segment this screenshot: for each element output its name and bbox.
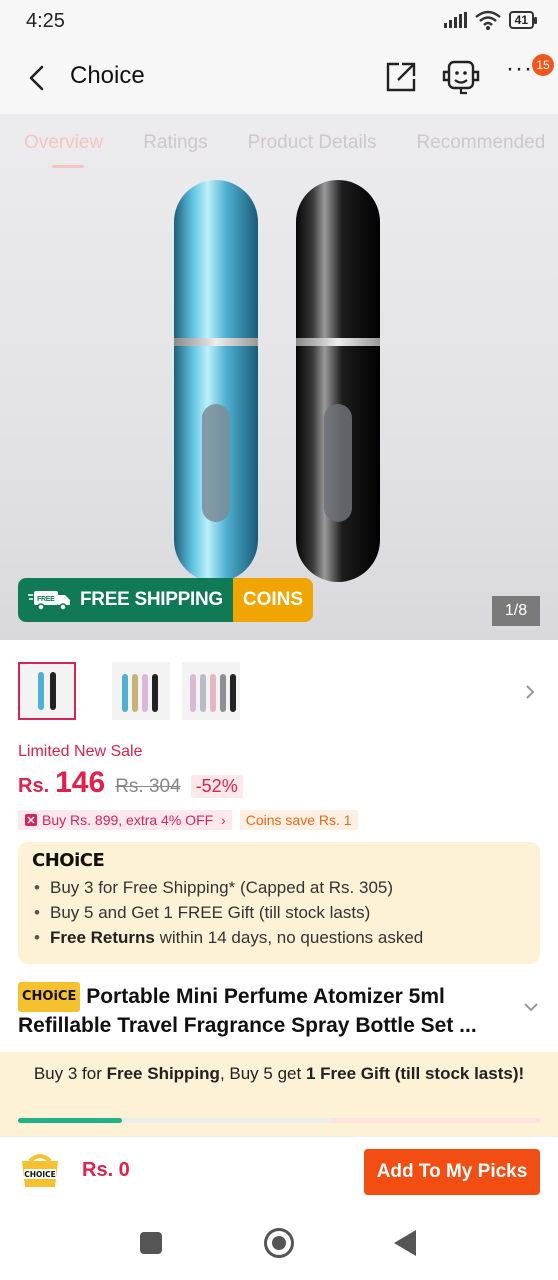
thumbnail-1[interactable]	[18, 662, 76, 720]
extra-off-promo[interactable]: Buy Rs. 899, extra 4% OFF ›	[18, 810, 232, 830]
bottom-action-bar: CHOICE Rs. 0 Add To My Picks	[0, 1136, 558, 1208]
page-title: Choice	[70, 62, 145, 89]
status-icons: 41	[443, 10, 538, 30]
back-arrow-icon[interactable]	[24, 62, 52, 94]
free-shipping-banner: FREE FREE SHIPPING COINS	[18, 578, 314, 622]
product-title[interactable]: CHOiCE Portable Mini Perfume Atomizer 5m…	[18, 982, 518, 1040]
sale-label: Limited New Sale	[18, 743, 143, 760]
truck-icon: FREE	[28, 591, 70, 611]
product-bottle-blue	[174, 180, 258, 582]
shipping-progress-bar	[18, 1118, 540, 1123]
top-app-bar: Choice ··· 15	[0, 42, 558, 114]
choice-benefits-box: CHOiCE Buy 3 for Free Shipping* (Capped …	[18, 842, 540, 964]
product-title-text: Portable Mini Perfume Atomizer 5ml Refil…	[18, 985, 477, 1037]
tab-recommended[interactable]: Recommended	[416, 132, 545, 154]
price-row: Rs. 146 Rs. 304 -52%	[18, 766, 243, 800]
recent-apps-icon[interactable]	[140, 1232, 162, 1254]
signal-icon	[443, 12, 467, 28]
image-counter: 1/8	[492, 596, 540, 626]
section-tabs: Overview Ratings Product Details Recomme…	[0, 114, 558, 172]
shipping-promo-text: Buy 3 for Free Shipping, Buy 5 get 1 Fre…	[33, 1064, 525, 1083]
shipping-progress-promo: Buy 3 for Free Shipping, Buy 5 get 1 Fre…	[0, 1052, 558, 1136]
system-back-icon[interactable]	[394, 1230, 416, 1256]
share-icon[interactable]	[384, 60, 418, 94]
benefit-free-shipping: Buy 3 for Free Shipping* (Capped at Rs. …	[32, 875, 526, 900]
price-currency: Rs.	[18, 775, 50, 797]
choice-logo: CHOiCE	[32, 850, 105, 871]
coins-save-promo: Coins save Rs. 1	[239, 810, 358, 830]
original-price: Rs. 304	[115, 776, 181, 797]
tab-overview[interactable]: Overview	[24, 132, 103, 168]
benefit-free-returns: Free Returns within 14 days, no question…	[32, 925, 526, 950]
free-shipping-label: FREE SHIPPING	[80, 589, 223, 610]
notification-badge: 15	[532, 54, 554, 76]
battery-icon: 41	[508, 11, 538, 29]
choice-cart-icon[interactable]: CHOICE	[18, 1151, 62, 1193]
chevron-right-icon: ›	[217, 812, 226, 828]
product-image-gallery[interactable]: Overview Ratings Product Details Recomme…	[0, 114, 558, 640]
coupon-icon	[25, 814, 37, 826]
choice-tag: CHOiCE	[18, 982, 81, 1012]
svg-text:CHOICE: CHOICE	[24, 1170, 56, 1179]
svg-text:FREE: FREE	[37, 596, 55, 603]
add-to-my-picks-button[interactable]: Add To My Picks	[364, 1149, 540, 1195]
thumbnail-strip	[0, 640, 558, 732]
thumbnail-2[interactable]	[112, 662, 170, 720]
customer-service-icon[interactable]	[440, 58, 482, 96]
choice-benefits-list: Buy 3 for Free Shipping* (Capped at Rs. …	[32, 875, 526, 950]
thumbnail-3[interactable]	[182, 662, 240, 720]
wifi-icon	[474, 10, 501, 30]
chevron-down-icon[interactable]	[522, 1000, 540, 1014]
extra-off-text: Buy Rs. 899, extra 4% OFF	[42, 812, 214, 828]
current-price: 146	[55, 766, 106, 799]
benefit-free-gift: Buy 5 and Get 1 FREE Gift (till stock la…	[32, 900, 526, 925]
status-time: 4:25	[26, 10, 65, 32]
tab-product-details[interactable]: Product Details	[248, 132, 377, 154]
chevron-right-icon[interactable]	[522, 682, 538, 702]
status-bar: 4:25 41	[0, 0, 558, 42]
progress-fill	[18, 1118, 123, 1123]
picks-total: Rs. 0	[82, 1159, 130, 1181]
promo-row: Buy Rs. 899, extra 4% OFF › Coins save R…	[18, 810, 358, 830]
tab-ratings[interactable]: Ratings	[143, 132, 207, 154]
coins-label: COINS	[232, 578, 314, 622]
home-icon[interactable]	[264, 1228, 294, 1258]
system-navigation-bar	[0, 1208, 558, 1280]
discount-badge: -52%	[190, 775, 243, 798]
product-bottle-black	[296, 180, 380, 582]
